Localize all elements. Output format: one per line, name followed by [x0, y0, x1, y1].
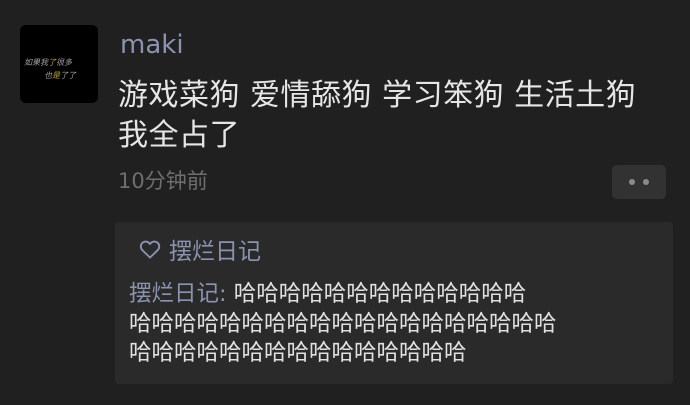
avatar-text-highlight: 了 [48, 58, 56, 67]
avatar-text-line-1: 如果我了很多 [24, 57, 72, 68]
comment[interactable]: 摆烂日记: 哈哈哈哈哈哈哈哈哈哈哈哈哈 哈哈哈哈哈哈哈哈哈哈哈哈哈哈哈哈哈哈哈 … [129, 280, 667, 369]
heart-outline-icon [139, 240, 161, 259]
timestamp: 10分钟前 [118, 169, 208, 193]
comment-line: 哈哈哈哈哈哈哈哈哈哈哈哈哈哈哈 [129, 340, 467, 366]
more-dots-icon [643, 179, 649, 185]
avatar-text-part: 了了 [60, 71, 76, 80]
avatar-text-highlight: 是 [52, 71, 60, 80]
liker-name[interactable]: 摆烂日记 [169, 232, 261, 266]
comment-text: 哈哈哈哈哈哈哈哈哈哈哈哈哈 [233, 281, 527, 307]
comment-line: 哈哈哈哈哈哈哈哈哈哈哈哈哈哈哈哈哈哈哈 [129, 310, 557, 337]
avatar-text-line-2: 也是了了 [44, 70, 76, 81]
avatar[interactable]: 如果我了很多 也是了了 [20, 25, 98, 103]
interaction-panel: 摆烂日记 摆烂日记: 哈哈哈哈哈哈哈哈哈哈哈哈哈 哈哈哈哈哈哈哈哈哈哈哈哈哈哈哈… [115, 222, 673, 384]
comment-line: 摆烂日记: 哈哈哈哈哈哈哈哈哈哈哈哈哈 [129, 280, 667, 310]
more-dots-icon [629, 179, 635, 185]
avatar-text-part: 很多 [56, 58, 72, 67]
post-text-line: 游戏菜狗 爱情舔狗 学习笨狗 生活土狗 [118, 78, 637, 113]
comment-separator: : [219, 281, 234, 307]
comment-author[interactable]: 摆烂日记 [129, 281, 219, 307]
avatar-text-part: 如果我 [24, 58, 48, 67]
post-text-line: 我全占了 [118, 118, 240, 153]
likes-row: 摆烂日记 [139, 232, 261, 266]
avatar-text-part: 也 [44, 71, 52, 80]
more-button[interactable] [612, 165, 666, 199]
moment-post: 如果我了很多 也是了了 maki 游戏菜狗 爱情舔狗 学习笨狗 生活土狗 我全占… [0, 0, 690, 405]
post-text: 游戏菜狗 爱情舔狗 学习笨狗 生活土狗 我全占了 [118, 76, 678, 156]
username[interactable]: maki [120, 28, 184, 62]
